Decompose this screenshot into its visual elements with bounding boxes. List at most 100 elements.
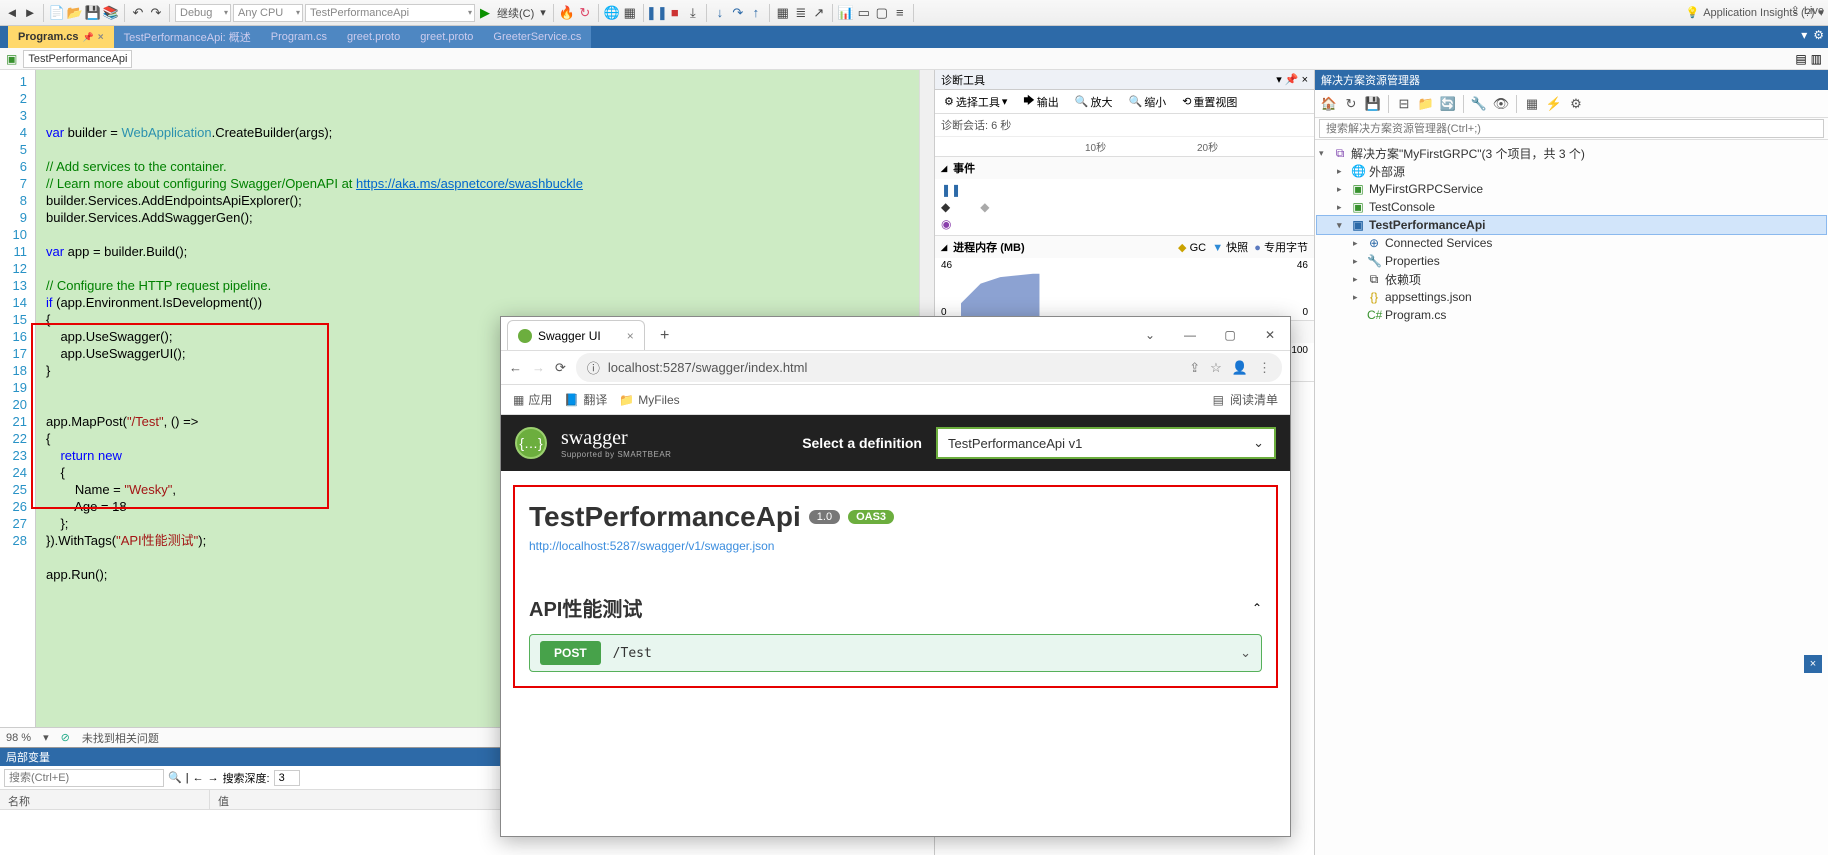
frame-icon[interactable]: ▢ (874, 5, 890, 21)
tree-node[interactable]: ▸⧉依赖项 (1317, 270, 1826, 288)
browser-icon[interactable]: 🌐 (604, 5, 620, 21)
redo-icon[interactable]: ↷ (148, 5, 164, 21)
swagger-json-link[interactable]: http://localhost:5287/swagger/v1/swagger… (529, 539, 774, 553)
tab-greet1[interactable]: greet.proto (337, 26, 410, 48)
tab-greet2[interactable]: greet.proto (410, 26, 483, 48)
tag-header[interactable]: API性能测试 ⌃ (529, 593, 1262, 622)
tab-close-icon[interactable]: × (627, 329, 634, 343)
soln-search-input[interactable] (1319, 119, 1824, 138)
zoom-out-button[interactable]: 🔍 缩小 (1123, 92, 1171, 112)
bm-translate[interactable]: 📘翻译 (564, 391, 607, 408)
bm-myfiles[interactable]: 📁MyFiles (619, 393, 679, 407)
tab-overflow-icon[interactable]: ▾ (1801, 28, 1807, 42)
reading-list-button[interactable]: ▤阅读清单 (1213, 391, 1278, 408)
diag-pin-icon[interactable]: 📌 (1285, 74, 1299, 86)
win-min-icon[interactable]: — (1170, 320, 1210, 350)
tree-node[interactable]: ▾▣TestPerformanceApi (1317, 216, 1826, 234)
nav-next-icon[interactable]: → (208, 772, 219, 784)
pause-icon[interactable]: ❚❚ (649, 5, 665, 21)
grid-icon[interactable]: ▦ (775, 5, 791, 21)
collapse-icon[interactable]: ⊟ (1394, 94, 1414, 114)
new-file-icon[interactable]: 📄 (49, 5, 65, 21)
nav-fwd-icon[interactable]: → (532, 360, 545, 375)
save-icon[interactable]: 💾 (85, 5, 101, 21)
win-dropdown-icon[interactable]: ⌄ (1130, 320, 1170, 350)
sync-icon[interactable]: ↻ (1341, 94, 1361, 114)
continue-button[interactable]: ▶ (477, 5, 493, 21)
depth-combo[interactable]: 3 (274, 770, 300, 786)
step-into-icon[interactable]: ↓ (712, 5, 728, 21)
win-max-icon[interactable]: ▢ (1210, 320, 1250, 350)
tabs-settings-icon[interactable]: ⚙ (1813, 28, 1824, 42)
soln-tree[interactable]: ▾⧉解决方案"MyFirstGRPC"(3 个项目，共 3 个) ▸🌐外部源▸▣… (1315, 140, 1828, 855)
bar-chart-icon[interactable]: 📊 (838, 5, 854, 21)
restart-icon[interactable]: ↻ (577, 5, 593, 21)
new-tab-button[interactable]: + (651, 322, 679, 350)
tree-node[interactable]: ▸▣MyFirstGRPCService (1317, 180, 1826, 198)
nav-fwd-icon[interactable]: ► (22, 5, 38, 21)
apps-button[interactable]: ▦应用 (513, 391, 552, 408)
nav-back-icon[interactable]: ← (509, 360, 522, 375)
layers-icon[interactable]: ≣ (793, 5, 809, 21)
step-over-icon[interactable]: ↷ (730, 5, 746, 21)
diag-timeline[interactable]: 10秒 20秒 (935, 137, 1314, 157)
operation-row[interactable]: POST /Test ⌄ (529, 634, 1262, 672)
reload-icon[interactable]: ⟳ (555, 360, 566, 376)
browser-titlebar[interactable]: Swagger UI × + ⌄ — ▢ ✕ (501, 317, 1290, 351)
info-icon[interactable]: ⓘ (587, 358, 600, 377)
url-field[interactable]: ⓘ localhost:5287/swagger/index.html ⇪ ☆ … (576, 353, 1282, 382)
tree-node[interactable]: ▸⊕Connected Services (1317, 234, 1826, 252)
properties-icon[interactable]: 🔧 (1469, 94, 1489, 114)
zoom-level[interactable]: 98 % (6, 732, 31, 744)
hot-reload-icon[interactable]: 🔥 (559, 5, 575, 21)
tab-overview[interactable]: TestPerformanceApi: 概述 (114, 26, 261, 48)
tree-node[interactable]: ▸{}appsettings.json (1317, 288, 1826, 306)
pin-icon[interactable]: 📌 (83, 32, 94, 43)
soln-root[interactable]: ▾⧉解决方案"MyFirstGRPC"(3 个项目，共 3 个) (1317, 144, 1826, 162)
profile-icon[interactable]: 👤 (1232, 360, 1248, 376)
win-close-icon[interactable]: ✕ (1250, 320, 1290, 350)
mem-header[interactable]: ◢进程内存 (MB) ◆ GC ▼ 快照 ● 专用字节 (935, 236, 1314, 258)
save-all-icon[interactable]: 💾 (1363, 94, 1383, 114)
panel-close-icon[interactable]: × (1804, 655, 1822, 673)
window-icon[interactable]: ▭ (856, 5, 872, 21)
tool-icon[interactable]: ▦ (622, 5, 638, 21)
search-icon[interactable]: 🔍 (168, 771, 182, 784)
zoom-in-button[interactable]: 🔍 放大 (1070, 92, 1118, 112)
step-icon[interactable]: ⤓ (685, 5, 701, 21)
star-icon[interactable]: ☆ (1210, 360, 1222, 376)
browser-tab[interactable]: Swagger UI × (507, 320, 645, 350)
step-out-icon[interactable]: ↑ (748, 5, 764, 21)
tree-node[interactable]: ▸🌐外部源 (1317, 162, 1826, 180)
preview-icon[interactable]: 👁 (1491, 94, 1511, 114)
locals-search-input[interactable] (4, 769, 164, 787)
nav-prev-icon[interactable]: ← (193, 772, 204, 784)
tab-program-cs[interactable]: Program.cs📌× (8, 26, 114, 48)
open-icon[interactable]: 📂 (67, 5, 83, 21)
share-icon[interactable]: ⇪ (1189, 360, 1200, 376)
tree-node[interactable]: C#Program.cs (1317, 306, 1826, 324)
menu-icon[interactable]: ⋮ (1258, 360, 1271, 376)
output-button[interactable]: 🡆 输出 (1018, 90, 1063, 113)
startup-combo[interactable]: TestPerformanceApi (305, 4, 475, 22)
settings-icon[interactable]: ⚙ (1566, 94, 1586, 114)
wand-icon[interactable]: ↗ (811, 5, 827, 21)
diag-menu-icon[interactable]: ▾ (1276, 74, 1282, 86)
split-h-icon[interactable]: ▤ (1795, 52, 1806, 66)
events-header[interactable]: ◢事件 (935, 157, 1314, 179)
undo-icon[interactable]: ↶ (130, 5, 146, 21)
live-share-button[interactable]: ⇪ Live (1791, 4, 1824, 17)
close-icon[interactable]: × (98, 32, 104, 43)
show-all-icon[interactable]: 📁 (1416, 94, 1436, 114)
tab-program2[interactable]: Program.cs (261, 26, 337, 48)
filter-icon[interactable]: ⚡ (1544, 94, 1564, 114)
nav-back-icon[interactable]: ◄ (4, 5, 20, 21)
platform-combo[interactable]: Any CPU (233, 4, 303, 22)
split-v-icon[interactable]: ▥ (1811, 52, 1822, 66)
tree-node[interactable]: ▸🔧Properties (1317, 252, 1826, 270)
save-all-icon[interactable]: 📚 (103, 5, 119, 21)
view-icon[interactable]: ▦ (1522, 94, 1542, 114)
stop-icon[interactable]: ■ (667, 5, 683, 21)
scope-combo[interactable]: TestPerformanceApi (23, 50, 132, 68)
definition-select[interactable]: TestPerformanceApi v1⌄ (936, 427, 1276, 459)
